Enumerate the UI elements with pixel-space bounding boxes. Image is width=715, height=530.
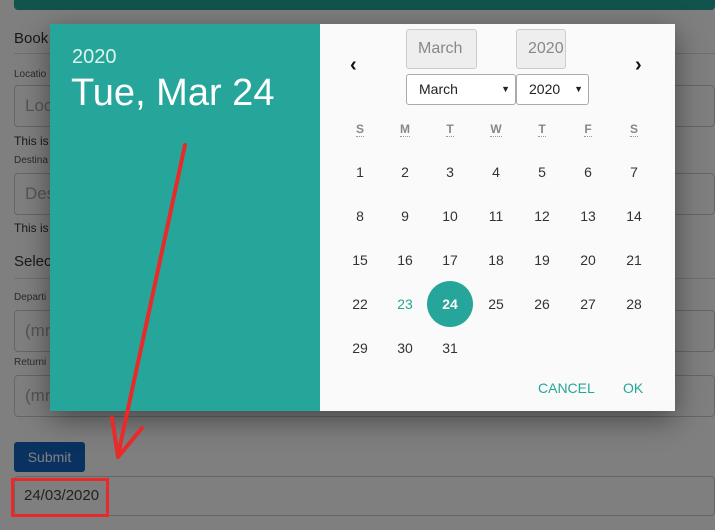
day-cell[interactable]: 20 [565, 237, 611, 283]
weekday-abbr: W [490, 122, 502, 137]
weekday-label: F [573, 122, 603, 137]
weekday-label: M [390, 122, 420, 137]
day-cell[interactable]: 29 [337, 325, 383, 371]
day-cell[interactable]: 6 [565, 149, 611, 195]
day-cell[interactable]: 19 [519, 237, 565, 283]
chevron-down-icon: ▼ [574, 84, 583, 94]
cancel-button[interactable]: CANCEL [538, 380, 595, 396]
day-cell[interactable]: 16 [382, 237, 428, 283]
day-cell[interactable]: 14 [611, 193, 657, 239]
weekday-label: T [435, 122, 465, 137]
day-cell[interactable]: 9 [382, 193, 428, 239]
chevron-down-icon: ▼ [501, 84, 510, 94]
annotation-highlight-box [11, 478, 109, 517]
day-cell[interactable]: 27 [565, 281, 611, 327]
weekday-abbr: T [446, 122, 454, 137]
day-cell[interactable]: 22 [337, 281, 383, 327]
next-month-icon[interactable]: › [635, 54, 642, 77]
day-cell[interactable]: 17 [427, 237, 473, 283]
day-cell[interactable]: 12 [519, 193, 565, 239]
day-cell[interactable]: 18 [473, 237, 519, 283]
day-cell[interactable]: 4 [473, 149, 519, 195]
weekday-label: W [481, 122, 511, 137]
weekday-abbr: F [584, 122, 592, 137]
year-select[interactable]: 2020 ▼ [516, 74, 589, 105]
day-cell[interactable]: 7 [611, 149, 657, 195]
day-cell[interactable]: 10 [427, 193, 473, 239]
year-display[interactable]: 2020 [516, 29, 566, 69]
day-cell[interactable]: 11 [473, 193, 519, 239]
weekday-abbr: S [355, 122, 364, 137]
day-cell[interactable]: 30 [382, 325, 428, 371]
header-date: Tue, Mar 24 [71, 72, 275, 114]
day-cell[interactable]: 5 [519, 149, 565, 195]
weekday-abbr: M [400, 122, 410, 137]
day-cell[interactable]: 25 [473, 281, 519, 327]
datepicker-dialog: 2020 Tue, Mar 24 March 2020 ‹ › March ▼ … [50, 24, 675, 411]
day-cell[interactable]: 2 [382, 149, 428, 195]
day-cell[interactable]: 13 [565, 193, 611, 239]
day-cell[interactable]: 15 [337, 237, 383, 283]
day-cell[interactable]: 21 [611, 237, 657, 283]
weekday-label: S [345, 122, 375, 137]
month-display[interactable]: March [406, 29, 477, 69]
day-cell[interactable]: 31 [427, 325, 473, 371]
datepicker-header: 2020 Tue, Mar 24 [50, 24, 320, 411]
day-cell[interactable]: 1 [337, 149, 383, 195]
prev-month-icon[interactable]: ‹ [350, 54, 357, 77]
ok-button[interactable]: OK [623, 380, 643, 396]
weekday-label: T [527, 122, 557, 137]
month-select-value: March [419, 81, 458, 97]
day-selected[interactable]: 24 [427, 281, 473, 327]
datepicker-body: March 2020 ‹ › March ▼ 2020 ▼ SMTWTFS 12… [320, 24, 675, 411]
weekday-label: S [619, 122, 649, 137]
day-cell[interactable]: 28 [611, 281, 657, 327]
day-cell[interactable]: 8 [337, 193, 383, 239]
day-cell[interactable]: 3 [427, 149, 473, 195]
weekday-abbr: S [629, 122, 638, 137]
weekday-abbr: T [538, 122, 546, 137]
year-select-value: 2020 [529, 81, 561, 97]
month-select[interactable]: March ▼ [406, 74, 516, 105]
day-cell[interactable]: 26 [519, 281, 565, 327]
day-cell[interactable]: 23 [382, 281, 428, 327]
header-year[interactable]: 2020 [72, 46, 117, 69]
